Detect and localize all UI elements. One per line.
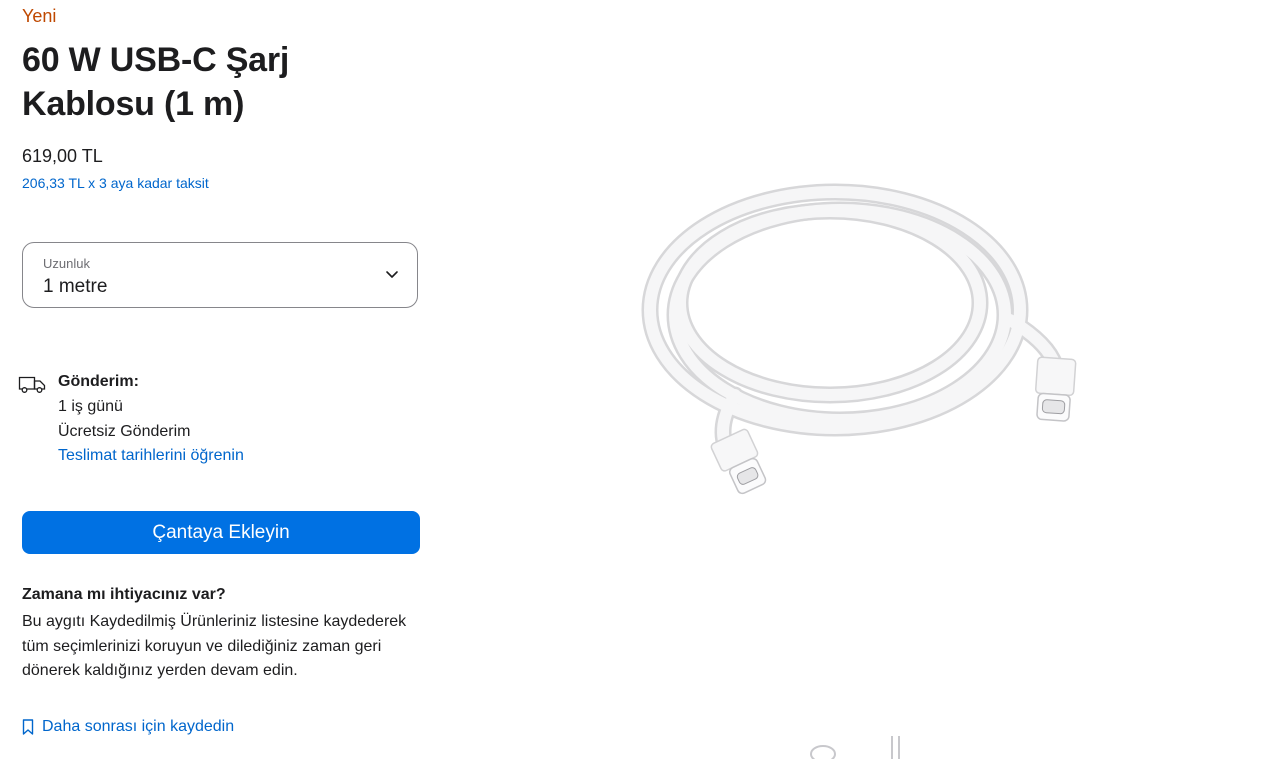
add-to-bag-button[interactable]: Çantaya Ekleyin	[22, 511, 420, 554]
cable-thumbnail-icon[interactable]	[806, 740, 840, 759]
product-price: 619,00 TL	[22, 146, 103, 166]
product-image	[641, 183, 1077, 495]
shipping-time: 1 iş günü	[58, 398, 123, 415]
product-title: 60 W USB-C Şarj Kablosu (1 m)	[22, 38, 422, 126]
installment-link[interactable]: 206,33 TL x 3 aya kadar taksit	[22, 175, 209, 191]
earbuds-thumbnail-icon[interactable]	[886, 733, 906, 759]
length-select-label: Uzunluk	[43, 256, 90, 271]
truck-icon	[18, 376, 46, 393]
product-title-line2: Kablosu (1 m)	[22, 85, 245, 123]
shipping-title: Gönderim:	[58, 373, 139, 390]
delivery-dates-link[interactable]: Teslimat tarihlerini öğrenin	[58, 447, 244, 465]
save-description: Bu aygıtı Kaydedilmiş Ürünleriniz listes…	[22, 613, 407, 679]
bookmark-icon	[22, 719, 34, 735]
save-for-later-link[interactable]: Daha sonrası için kaydedin	[22, 718, 234, 736]
save-for-later-label: Daha sonrası için kaydedin	[42, 718, 235, 735]
shipping-cost: Ücretsiz Gönderim	[58, 423, 191, 440]
chevron-down-icon	[386, 271, 398, 278]
product-title-line1: 60 W USB-C Şarj	[22, 41, 290, 79]
length-select[interactable]: Uzunluk 1 metre	[22, 242, 418, 308]
length-select-value: 1 metre	[43, 276, 108, 297]
save-title: Zamana mı ihtiyacınız var?	[22, 586, 226, 603]
new-badge: Yeni	[22, 6, 57, 26]
